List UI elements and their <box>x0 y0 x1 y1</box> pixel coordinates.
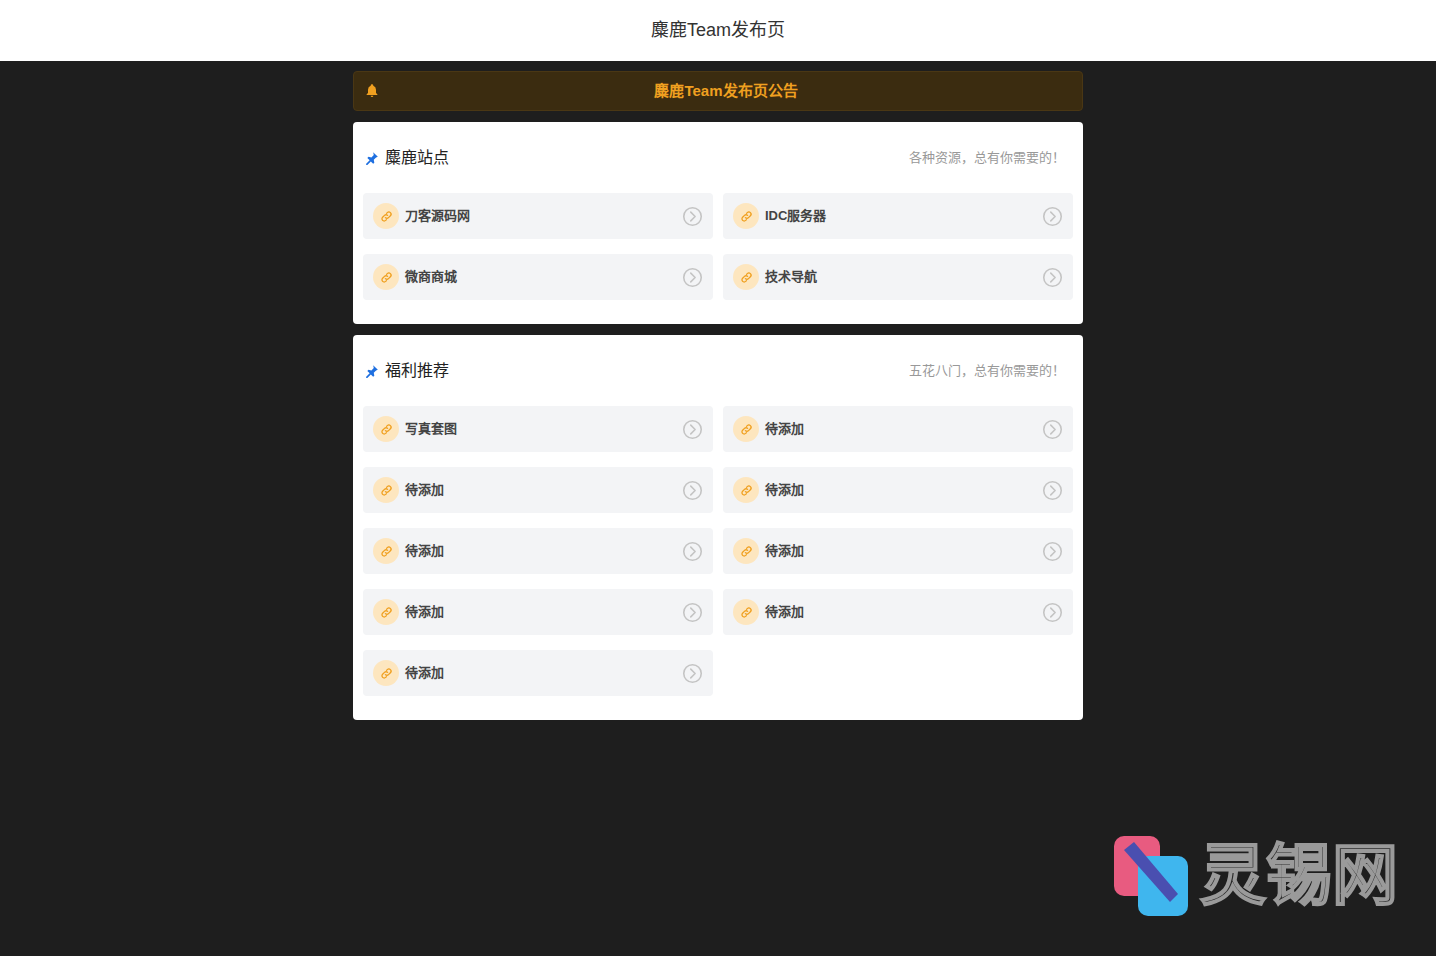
arrow-circle-icon <box>1042 206 1063 227</box>
link-item[interactable]: 待添加 <box>363 467 713 513</box>
section-title: 福利推荐 <box>385 359 449 383</box>
arrow-circle-icon <box>1042 480 1063 501</box>
link-item[interactable]: 待添加 <box>723 589 1073 635</box>
link-label: 待添加 <box>405 602 676 622</box>
link-icon <box>373 477 399 503</box>
link-item[interactable]: 待添加 <box>363 650 713 696</box>
link-icon <box>373 416 399 442</box>
pin-icon <box>365 150 379 166</box>
link-label: 微商商城 <box>405 267 676 287</box>
arrow-circle-icon <box>682 419 703 440</box>
link-icon <box>733 264 759 290</box>
arrow-circle-icon <box>1042 267 1063 288</box>
link-item[interactable]: 待添加 <box>363 589 713 635</box>
link-item[interactable]: 微商商城 <box>363 254 713 300</box>
section-subtitle: 五花八门，总有你需要的！ <box>909 361 1071 381</box>
link-item[interactable]: 待添加 <box>723 467 1073 513</box>
arrow-circle-icon <box>682 480 703 501</box>
link-icon <box>733 203 759 229</box>
bell-icon <box>364 83 380 99</box>
link-label: 待添加 <box>765 541 1036 561</box>
link-label: 待添加 <box>765 419 1036 439</box>
link-label: 待添加 <box>765 480 1036 500</box>
link-icon <box>733 477 759 503</box>
top-header: 麋鹿Team发布页 <box>0 0 1436 61</box>
link-icon <box>373 660 399 686</box>
watermark: 灵锡网 <box>1112 830 1398 920</box>
pin-icon <box>365 363 379 379</box>
link-label: IDC服务器 <box>765 206 1036 226</box>
arrow-circle-icon <box>682 206 703 227</box>
arrow-circle-icon <box>1042 419 1063 440</box>
arrow-circle-icon <box>1042 541 1063 562</box>
link-label: 技术导航 <box>765 267 1036 287</box>
section-subtitle: 各种资源，总有你需要的！ <box>909 148 1071 168</box>
link-item[interactable]: 技术导航 <box>723 254 1073 300</box>
link-icon <box>733 538 759 564</box>
arrow-circle-icon <box>682 267 703 288</box>
link-icon <box>733 599 759 625</box>
section-header: 麋鹿站点 各种资源，总有你需要的！ <box>363 122 1073 193</box>
section-card: 麋鹿站点 各种资源，总有你需要的！ 刀客源码网 IDC服务器微商商城 技术导航 <box>353 122 1083 324</box>
link-label: 待添加 <box>765 602 1036 622</box>
section-card: 福利推荐五花八门，总有你需要的！写真套图待添加待添加待添加待添加待添加待添加待添… <box>353 335 1083 720</box>
section-header: 福利推荐 五花八门，总有你需要的！ <box>363 335 1073 406</box>
notice-text: 麋鹿Team发布页公告 <box>380 80 1072 103</box>
section-title: 麋鹿站点 <box>385 146 449 170</box>
arrow-circle-icon <box>682 602 703 623</box>
link-icon <box>373 599 399 625</box>
link-icon <box>733 416 759 442</box>
link-label: 待添加 <box>405 541 676 561</box>
link-icon <box>373 264 399 290</box>
arrow-circle-icon <box>682 541 703 562</box>
link-label: 待添加 <box>405 480 676 500</box>
notice-bar[interactable]: 麋鹿Team发布页公告 <box>353 71 1083 111</box>
link-item[interactable]: IDC服务器 <box>723 193 1073 239</box>
link-item[interactable]: 待添加 <box>723 406 1073 452</box>
link-label: 刀客源码网 <box>405 206 676 226</box>
background-photo-area: 麋鹿Team发布页公告 麋鹿站点 各种资源，总有你需要的！ 刀客源码网 IDC服务器微… <box>0 61 1436 956</box>
link-label: 写真套图 <box>405 419 676 439</box>
arrow-circle-icon <box>1042 602 1063 623</box>
link-item[interactable]: 写真套图 <box>363 406 713 452</box>
link-item[interactable]: 待添加 <box>363 528 713 574</box>
link-label: 待添加 <box>405 663 676 683</box>
watermark-logo-icon <box>1112 830 1192 920</box>
link-icon <box>373 203 399 229</box>
link-icon <box>373 538 399 564</box>
page-title: 麋鹿Team发布页 <box>651 17 785 44</box>
link-item[interactable]: 待添加 <box>723 528 1073 574</box>
link-item[interactable]: 刀客源码网 <box>363 193 713 239</box>
arrow-circle-icon <box>682 663 703 684</box>
watermark-text: 灵锡网 <box>1200 842 1398 908</box>
